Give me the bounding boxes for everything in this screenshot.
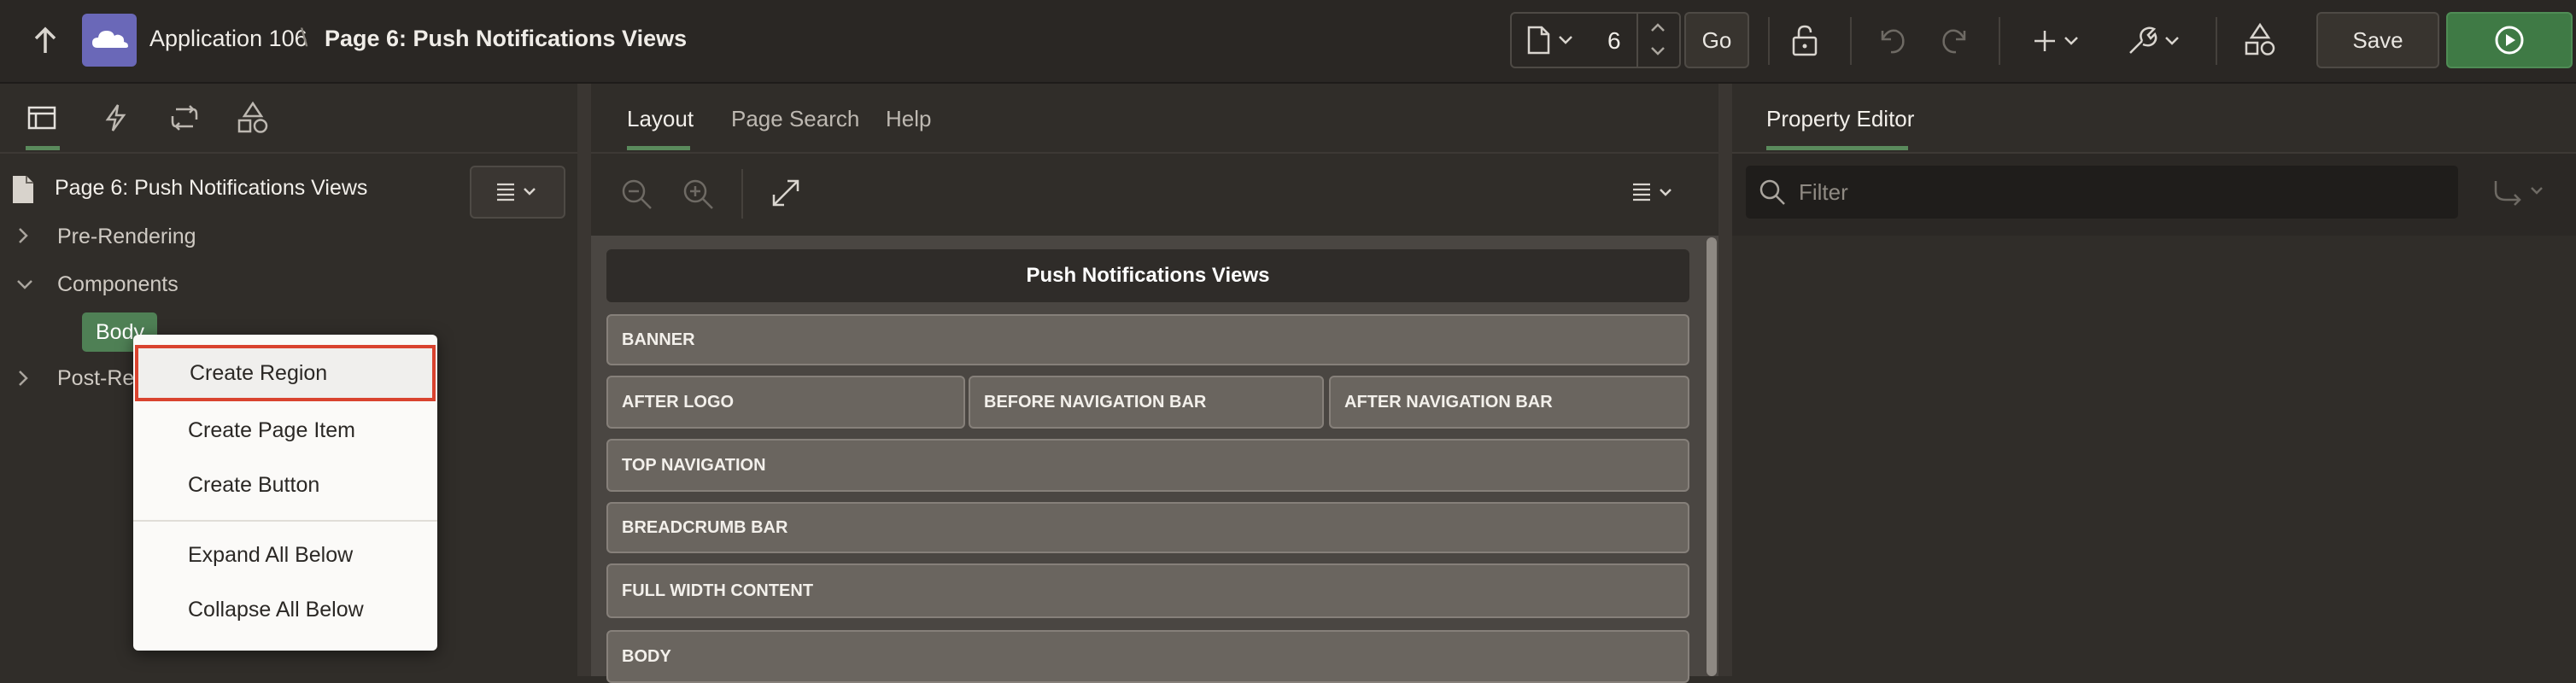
toolbar-divider xyxy=(1999,17,2000,65)
tab-page-search[interactable]: Page Search xyxy=(731,106,859,132)
tab-active-indicator xyxy=(627,146,690,150)
menu-item-label: Create Region xyxy=(190,360,328,385)
layout-panel: Layout Page Search Help Push Notificatio… xyxy=(591,84,1725,683)
region-after-navigation-bar[interactable]: AFTER NAVIGATION BAR xyxy=(1329,376,1689,429)
redo-icon[interactable] xyxy=(1939,24,1971,56)
toolbar-divider xyxy=(1768,17,1770,65)
create-menu-button[interactable] xyxy=(2033,26,2084,56)
search-icon xyxy=(1758,178,1787,207)
tab-help[interactable]: Help xyxy=(886,106,931,132)
expand-icon[interactable] xyxy=(770,178,801,208)
menu-divider xyxy=(133,520,437,522)
go-button[interactable]: Go xyxy=(1684,12,1749,68)
toolbar-divider xyxy=(741,169,743,219)
filter-placeholder: Filter xyxy=(1799,179,1848,205)
utilities-menu-button[interactable] xyxy=(2125,24,2185,58)
shapes-icon xyxy=(237,101,268,133)
tab-layout[interactable]: Layout xyxy=(627,106,694,132)
arrow-up-icon[interactable] xyxy=(31,26,60,56)
play-circle-icon xyxy=(2495,26,2524,55)
page-number-stepper[interactable] xyxy=(1636,14,1638,67)
lock-icon[interactable] xyxy=(1790,24,1821,58)
stepper-down-icon[interactable] xyxy=(1650,46,1666,56)
page-icon xyxy=(10,174,36,205)
tree-menu-button[interactable] xyxy=(470,166,565,219)
menu-item-expand-all-below[interactable]: Expand All Below xyxy=(133,528,437,582)
hamburger-menu-icon xyxy=(497,183,536,201)
plus-icon xyxy=(2034,31,2078,51)
tab-rendering[interactable] xyxy=(26,102,60,133)
layout-title-text: Push Notifications Views xyxy=(1026,264,1270,287)
menu-item-create-button[interactable]: Create Button xyxy=(133,458,437,512)
app-cloud-icon[interactable] xyxy=(82,14,137,67)
layout-page-title[interactable]: Push Notifications Views xyxy=(606,249,1689,302)
wrench-icon xyxy=(2129,26,2179,54)
toolbar-divider xyxy=(2216,17,2217,65)
region-top-navigation[interactable]: TOP NAVIGATION xyxy=(606,439,1689,492)
menu-item-create-page-item[interactable]: Create Page Item xyxy=(133,403,437,458)
region-breadcrumb-bar[interactable]: BREADCRUMB BAR xyxy=(606,502,1689,553)
tab-shared-components[interactable] xyxy=(236,101,270,135)
tree-item-pre-rendering[interactable]: Pre-Rendering xyxy=(57,225,196,249)
filter-field[interactable]: Filter xyxy=(1746,166,2458,219)
page-selector[interactable]: 6 xyxy=(1510,12,1681,68)
tree-item-components[interactable]: Components xyxy=(57,272,179,297)
menu-item-label: Create Page Item xyxy=(188,417,355,442)
panel-splitter[interactable] xyxy=(577,84,591,676)
menu-item-create-region[interactable]: Create Region xyxy=(135,345,436,401)
region-body[interactable]: BODY xyxy=(606,630,1689,683)
app-name-link[interactable]: Application 106 xyxy=(149,26,307,52)
region-banner[interactable]: BANNER xyxy=(606,314,1689,365)
region-full-width-content[interactable]: FULL WIDTH CONTENT xyxy=(606,563,1689,618)
panel-divider xyxy=(0,152,577,154)
top-toolbar: Application 106 \ Page 6: Push Notificat… xyxy=(0,0,2576,84)
arrow-return-icon xyxy=(2494,181,2543,206)
tab-dynamic-actions[interactable] xyxy=(101,102,132,133)
context-menu: Create Region Create Page Item Create Bu… xyxy=(133,335,437,651)
menu-item-label: Expand All Below xyxy=(188,542,354,567)
lightning-icon xyxy=(105,104,126,131)
panel-splitter[interactable] xyxy=(1718,84,1732,676)
toolbar-divider xyxy=(1850,17,1852,65)
layout-menu-button[interactable] xyxy=(1630,181,1677,205)
menu-item-label: Collapse All Below xyxy=(188,597,364,622)
save-button[interactable]: Save xyxy=(2316,12,2439,68)
tab-processing[interactable] xyxy=(167,102,202,133)
zoom-in-icon[interactable] xyxy=(682,178,716,212)
tab-active-indicator xyxy=(26,146,60,150)
shared-components-icon[interactable] xyxy=(2243,22,2277,58)
stepper-up-icon[interactable] xyxy=(1650,22,1666,32)
zoom-out-icon[interactable] xyxy=(620,178,654,212)
chevron-down-icon[interactable] xyxy=(15,278,34,290)
chevron-right-icon[interactable] xyxy=(17,369,29,388)
property-editor-panel: Property Editor Filter xyxy=(1732,84,2576,676)
vertical-scrollbar[interactable] xyxy=(1707,237,1717,676)
region-after-logo[interactable]: AFTER LOGO xyxy=(606,376,965,429)
breadcrumb-separator: \ xyxy=(301,24,308,52)
run-button[interactable] xyxy=(2446,12,2573,68)
page-icon xyxy=(1525,26,1551,55)
tree-root-label[interactable]: Page 6: Push Notifications Views xyxy=(55,176,367,201)
panel-divider xyxy=(591,152,1725,154)
page-number-input[interactable]: 6 xyxy=(1607,27,1621,55)
menu-item-collapse-all-below[interactable]: Collapse All Below xyxy=(133,582,437,637)
chevron-down-icon xyxy=(1558,35,1573,45)
hamburger-menu-icon xyxy=(1633,183,1671,201)
rendering-icon xyxy=(27,106,56,130)
processing-icon xyxy=(171,105,198,131)
tree-item-post-rendering[interactable]: Post-Re xyxy=(57,366,134,391)
goto-group-button[interactable] xyxy=(2491,178,2550,207)
chevron-right-icon[interactable] xyxy=(17,226,29,245)
page-title: Page 6: Push Notifications Views xyxy=(325,26,688,51)
undo-icon[interactable] xyxy=(1876,24,1908,56)
menu-item-label: Create Button xyxy=(188,472,320,497)
tab-active-indicator xyxy=(1766,146,1908,150)
region-before-navigation-bar[interactable]: BEFORE NAVIGATION BAR xyxy=(969,376,1324,429)
tab-property-editor[interactable]: Property Editor xyxy=(1766,106,1914,132)
